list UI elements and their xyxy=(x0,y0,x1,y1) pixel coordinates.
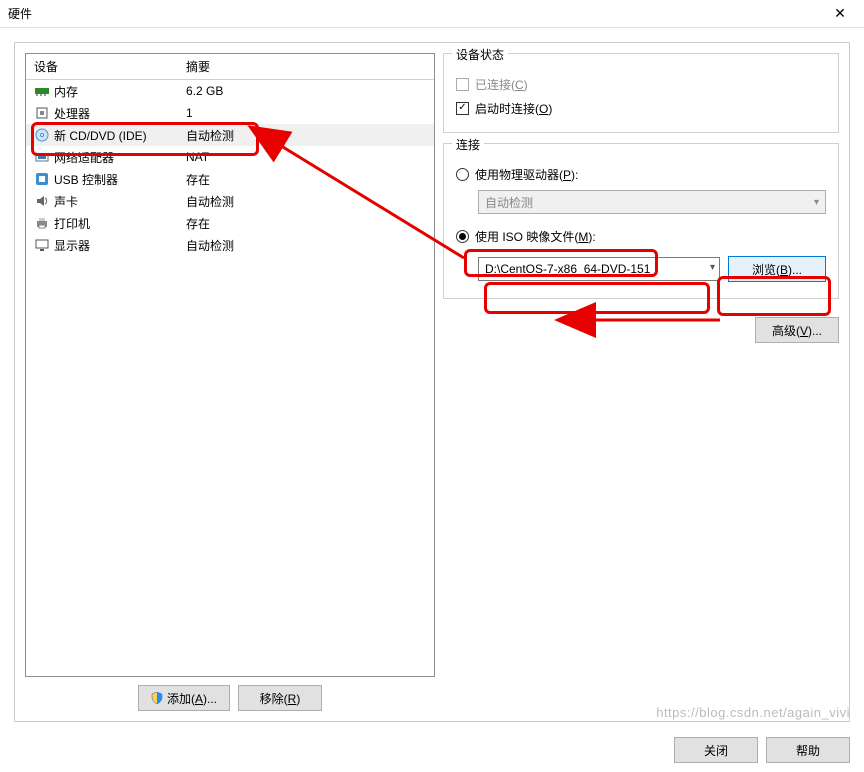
checkbox-icon: ✓ xyxy=(456,102,469,115)
add-button-label: 添加(A)... xyxy=(167,690,217,707)
window-close-button[interactable]: ✕ xyxy=(820,1,860,27)
printer-icon xyxy=(34,215,50,231)
device-row-cddvd[interactable]: 新 CD/DVD (IDE) 自动检测 xyxy=(26,124,434,146)
connection-group: 连接 使用物理驱动器(P): 自动检测 ▾ 使用 ISO 映像文件(M): D:… xyxy=(443,143,839,299)
device-status-title: 设备状态 xyxy=(452,46,508,63)
browse-button[interactable]: 浏览(B)... xyxy=(728,256,826,282)
device-summary: 1 xyxy=(186,106,430,120)
device-summary: 自动检测 xyxy=(186,127,430,144)
checkmark-icon: ✓ xyxy=(458,103,466,113)
device-summary: 自动检测 xyxy=(186,237,430,254)
watermark: https://blog.csdn.net/again_vivi xyxy=(656,705,850,720)
device-status-group: 设备状态 已连接(C) ✓ 启动时连接(O) xyxy=(443,53,839,133)
connect-poweron-checkbox-row[interactable]: ✓ 启动时连接(O) xyxy=(456,96,826,120)
connect-poweron-label: 启动时连接(O) xyxy=(475,100,552,117)
physical-drive-combo[interactable]: 自动检测 ▾ xyxy=(478,190,826,214)
sound-icon xyxy=(34,193,50,209)
usb-icon xyxy=(34,171,50,187)
connection-title: 连接 xyxy=(452,136,484,153)
device-buttons: 添加(A)... 移除(R) xyxy=(25,685,435,711)
help-button[interactable]: 帮助 xyxy=(766,737,850,763)
shield-icon xyxy=(151,692,163,704)
connected-checkbox-row[interactable]: 已连接(C) xyxy=(456,72,826,96)
iso-path-input[interactable]: D:\CentOS-7-x86_64-DVD-151 ▾ xyxy=(478,257,720,281)
iso-path-row: D:\CentOS-7-x86_64-DVD-151 ▾ 浏览(B)... xyxy=(478,256,826,282)
iso-path-value: D:\CentOS-7-x86_64-DVD-151 xyxy=(485,262,650,276)
memory-icon xyxy=(34,83,50,99)
device-row-cpu[interactable]: 处理器 1 xyxy=(26,102,434,124)
physical-drive-label: 使用物理驱动器(P): xyxy=(475,166,578,183)
advanced-button-label: 高级(V)... xyxy=(772,322,822,339)
radio-dot-icon xyxy=(459,233,466,240)
device-row-sound[interactable]: 声卡 自动检测 xyxy=(26,190,434,212)
close-button[interactable]: 关闭 xyxy=(674,737,758,763)
header-summary[interactable]: 摘要 xyxy=(178,54,434,79)
device-table: 设备 摘要 内存 6.2 GB 处理器 1 xyxy=(25,53,435,677)
device-table-header: 设备 摘要 xyxy=(26,54,434,80)
dialog-footer: 关闭 帮助 xyxy=(0,728,864,772)
left-pane: 设备 摘要 内存 6.2 GB 处理器 1 xyxy=(25,53,435,711)
device-label: 网络适配器 xyxy=(54,149,186,166)
close-icon: ✕ xyxy=(834,5,846,22)
display-icon xyxy=(34,237,50,253)
connected-label: 已连接(C) xyxy=(475,76,528,93)
iso-label: 使用 ISO 映像文件(M): xyxy=(475,228,596,245)
device-label: 处理器 xyxy=(54,105,186,122)
device-row-usb[interactable]: USB 控制器 存在 xyxy=(26,168,434,190)
dialog-body: 设备 摘要 内存 6.2 GB 处理器 1 xyxy=(14,42,850,722)
checkbox-icon xyxy=(456,78,469,91)
chevron-down-icon: ▾ xyxy=(814,197,819,208)
device-row-memory[interactable]: 内存 6.2 GB xyxy=(26,80,434,102)
device-summary: 存在 xyxy=(186,215,430,232)
add-button[interactable]: 添加(A)... xyxy=(138,685,230,711)
physical-drive-combo-value: 自动检测 xyxy=(485,194,533,211)
physical-drive-radio-row[interactable]: 使用物理驱动器(P): xyxy=(456,162,826,186)
cpu-icon xyxy=(34,105,50,121)
radio-icon xyxy=(456,230,469,243)
network-icon xyxy=(34,149,50,165)
device-row-network[interactable]: 网络适配器 NAT xyxy=(26,146,434,168)
device-row-printer[interactable]: 打印机 存在 xyxy=(26,212,434,234)
radio-icon xyxy=(456,168,469,181)
advanced-button[interactable]: 高级(V)... xyxy=(755,317,839,343)
iso-radio-row[interactable]: 使用 ISO 映像文件(M): xyxy=(456,224,826,248)
device-label: 声卡 xyxy=(54,193,186,210)
header-device[interactable]: 设备 xyxy=(26,54,178,79)
device-label: 内存 xyxy=(54,83,186,100)
device-summary: NAT xyxy=(186,150,430,164)
disc-icon xyxy=(34,127,50,143)
device-summary: 存在 xyxy=(186,171,430,188)
device-label: 显示器 xyxy=(54,237,186,254)
remove-button[interactable]: 移除(R) xyxy=(238,685,322,711)
device-label: 打印机 xyxy=(54,215,186,232)
remove-button-label: 移除(R) xyxy=(260,690,301,707)
device-row-display[interactable]: 显示器 自动检测 xyxy=(26,234,434,256)
titlebar: 硬件 ✕ xyxy=(0,0,864,28)
device-summary: 6.2 GB xyxy=(186,84,430,98)
right-pane: 设备状态 已连接(C) ✓ 启动时连接(O) 连接 使用物理驱动器(P): 自动… xyxy=(443,53,839,711)
advanced-row: 高级(V)... xyxy=(443,317,839,343)
window-title: 硬件 xyxy=(8,5,32,22)
device-label: USB 控制器 xyxy=(54,171,186,188)
device-label: 新 CD/DVD (IDE) xyxy=(54,127,186,144)
browse-button-label: 浏览(B)... xyxy=(752,261,802,278)
device-summary: 自动检测 xyxy=(186,193,430,210)
chevron-down-icon: ▾ xyxy=(710,262,715,273)
physical-drive-combo-wrap: 自动检测 ▾ xyxy=(478,190,826,214)
